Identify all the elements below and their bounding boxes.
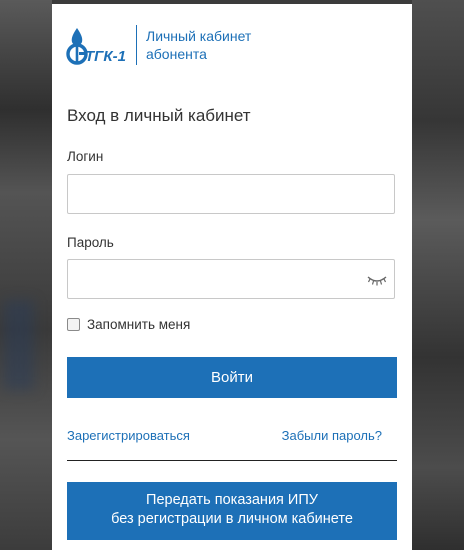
login-input[interactable] (67, 174, 395, 214)
password-label: Пароль (67, 235, 114, 250)
background-left (0, 0, 52, 550)
gas-flame-logo-icon: ТГК-1 (66, 28, 126, 65)
forgot-password-link[interactable]: Забыли пароль? (282, 428, 382, 443)
section-divider (67, 460, 397, 461)
brand-header: ТГК-1 Личный кабинет абонента (66, 22, 251, 68)
brand-caption-line1: Личный кабинет (146, 28, 252, 44)
remember-label: Запомнить меня (87, 317, 191, 332)
ipu-button-line2: без регистрации в личном кабинете (111, 511, 353, 527)
background-right (412, 0, 464, 550)
register-link[interactable]: Зарегистрироваться (67, 428, 190, 443)
logo-divider (136, 25, 137, 65)
login-card: ТГК-1 Личный кабинет абонента Вход в лич… (52, 4, 412, 550)
page-title: Вход в личный кабинет (67, 106, 251, 125)
login-button[interactable]: Войти (67, 357, 397, 398)
auth-links: Зарегистрироваться Забыли пароль? (67, 428, 382, 443)
brand-caption-line2: абонента (146, 46, 207, 62)
login-label: Логин (67, 149, 104, 164)
submit-meter-readings-button[interactable]: Передать показания ИПУ без регистрации в… (67, 482, 397, 540)
remember-me[interactable]: Запомнить меня (67, 317, 190, 332)
brand-caption: Личный кабинет абонента (146, 27, 251, 63)
remember-checkbox[interactable] (67, 318, 80, 331)
company-logo: ТГК-1 (66, 22, 126, 68)
svg-text:ТГК-1: ТГК-1 (85, 48, 126, 65)
eye-closed-icon[interactable] (366, 270, 388, 288)
ipu-button-line1: Передать показания ИПУ (146, 492, 318, 508)
password-input[interactable] (67, 259, 395, 299)
